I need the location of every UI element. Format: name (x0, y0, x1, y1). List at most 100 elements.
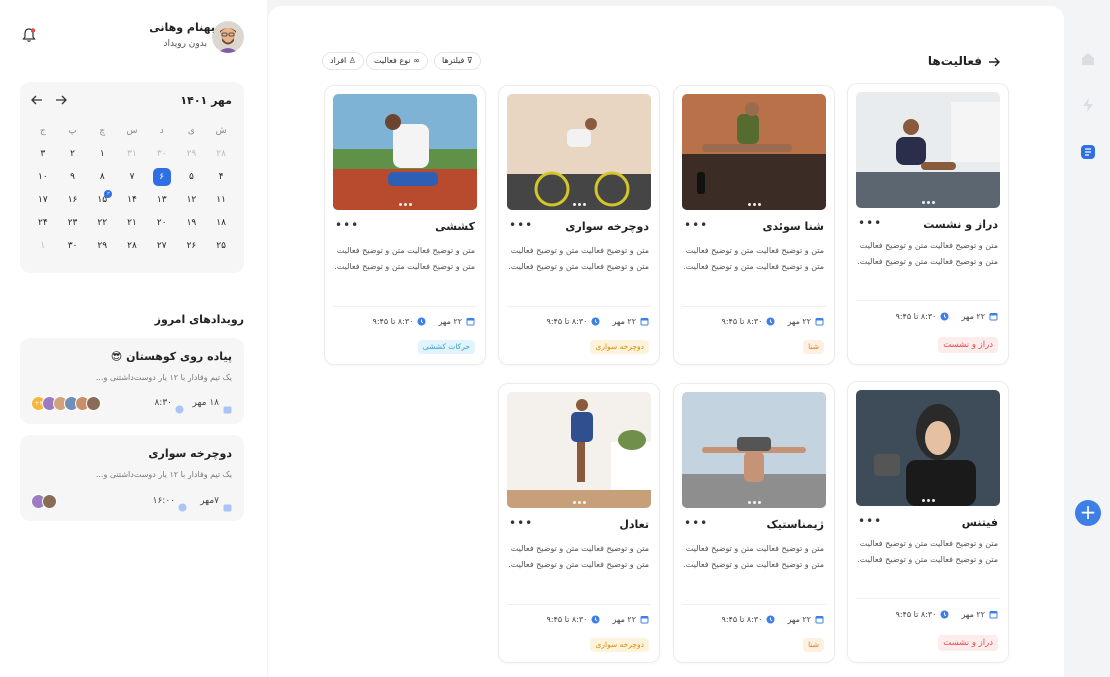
carousel-dots[interactable] (573, 203, 586, 206)
calendar-next-button[interactable] (52, 93, 70, 111)
people-chip[interactable]: ♙ افراد (322, 52, 364, 70)
calendar-day[interactable]: ۵ (177, 166, 207, 189)
weekday-label: ی (187, 126, 195, 136)
arrow-right-icon[interactable] (987, 55, 1001, 73)
activity-title: دراز و نشست (923, 218, 998, 231)
event-time: ۱۶:۰۰ (152, 496, 175, 506)
activity-card[interactable]: دوچرخه سواری ••• متن و توضیح فعالیت متن و … (498, 85, 660, 365)
activity-tag[interactable]: دراز و نشست (938, 337, 998, 353)
calendar-day[interactable]: ۱۴ (117, 189, 147, 212)
activity-card[interactable]: کششی ••• متن و توضیح فعالیت متن و توضیح فع… (324, 85, 486, 365)
carousel-dots[interactable] (748, 501, 761, 504)
activity-title: فیتنس (961, 516, 998, 529)
calendar-day[interactable]: ۲۶ (177, 235, 207, 258)
events-title: رویدادهای امروز (154, 313, 244, 326)
calendar-day[interactable]: ۲۱ (117, 212, 147, 235)
activity-card[interactable]: تعادل ••• متن و توضیح فعالیت متن و توضیح ف… (498, 383, 660, 663)
activity-tag[interactable]: شنا (803, 340, 824, 354)
calendar-day[interactable]: ۲۸ (117, 235, 147, 258)
filters-chip[interactable]: ⊽ فیلترها (434, 52, 481, 70)
calendar-day[interactable]: ۱۰ (28, 166, 58, 189)
calendar-day[interactable]: ۳۰ (58, 235, 88, 258)
calendar-day[interactable]: ۷ (117, 166, 147, 189)
home-icon[interactable] (1080, 51, 1096, 67)
calendar-day[interactable]: ۳ (28, 143, 58, 166)
carousel-dots[interactable] (399, 203, 412, 206)
activity-tag[interactable]: دوچرخه سواری (590, 340, 649, 354)
attendees[interactable] (31, 494, 57, 509)
calendar-day-number: ۳ (40, 149, 46, 159)
calendar-day-number: ۱۸ (216, 218, 226, 228)
calendar-day[interactable]: ۹ (58, 166, 88, 189)
activity-type-chip[interactable]: ∞ نوع فعالیت (366, 52, 428, 70)
calendar-prev-button[interactable] (28, 93, 46, 111)
more-options-icon[interactable]: ••• (335, 218, 359, 232)
calendar-day[interactable]: ۱۶ (58, 189, 88, 212)
event-card[interactable]: دوچرخه سواری یک تیم وفادار با ۱۲ یار دوس… (20, 435, 244, 521)
weekday-label: د (159, 126, 164, 136)
list-icon[interactable] (1080, 144, 1096, 160)
calendar-day[interactable]: ۱ (87, 143, 117, 166)
carousel-dots[interactable] (922, 201, 935, 204)
activity-card[interactable]: ژیمناستیک ••• متن و توضیح فعالیت متن و توض… (673, 383, 835, 663)
bolt-icon[interactable] (1080, 97, 1096, 113)
calendar-day[interactable]: ۲۵ (206, 235, 236, 258)
activity-tag[interactable]: دراز و نشست (938, 635, 998, 651)
calendar-day[interactable]: ۱۷ (28, 189, 58, 212)
calendar-day[interactable]: ۲۴ (28, 212, 58, 235)
activity-time: ۸:۳۰ تا ۹:۴۵ (372, 317, 414, 326)
calendar-day-number: ۲ (70, 149, 75, 159)
calendar-day[interactable]: ۲ (58, 143, 88, 166)
calendar-day-number: ۲۸ (216, 149, 226, 159)
attendee-avatar (42, 494, 57, 509)
calendar-day[interactable]: ۲۹ (87, 235, 117, 258)
more-options-icon[interactable]: ••• (684, 516, 708, 530)
more-options-icon[interactable]: ••• (509, 516, 533, 530)
calendar-day[interactable]: ۱۵ ۲ (87, 189, 117, 212)
activity-tag[interactable]: شنا (803, 638, 824, 652)
event-time: ۸:۳۰ (154, 398, 172, 408)
calendar-day[interactable]: ۲۰ (147, 212, 177, 235)
calendar-day-number: ۳۰ (156, 149, 167, 159)
activity-card[interactable]: فیتنس ••• متن و توضیح فعالیت متن و توضیح ف… (847, 381, 1009, 663)
calendar-week: ۴ ۵ ۶ ۷ ۸ ۹ ۱۰ (28, 166, 236, 189)
calendar-day[interactable]: ۴ (206, 166, 236, 189)
calendar-day[interactable]: ۱۹ (177, 212, 207, 235)
calendar-day[interactable]: ۳۱ (117, 143, 147, 166)
carousel-dots[interactable] (748, 203, 761, 206)
calendar-icon (989, 611, 998, 619)
calendar-day[interactable]: ۲۳ (58, 212, 88, 235)
calendar-day[interactable]: ۱۳ (147, 189, 177, 212)
user-avatar[interactable] (212, 21, 244, 53)
calendar-day[interactable]: ۸ (87, 166, 117, 189)
activity-card[interactable]: شنا سوئدی ••• متن و توضیح فعالیت متن و توض… (673, 85, 835, 365)
calendar-day-number: ۱۹ (186, 218, 197, 228)
bell-icon[interactable] (20, 26, 38, 44)
attendees[interactable]: +۶ (31, 396, 101, 411)
carousel-dots[interactable] (573, 501, 586, 504)
more-options-icon[interactable]: ••• (684, 218, 708, 232)
add-button[interactable]: + (1075, 500, 1101, 526)
calendar-day[interactable]: ۲۹ (177, 143, 207, 166)
more-options-icon[interactable]: ••• (509, 218, 533, 232)
carousel-dots[interactable] (922, 499, 935, 502)
more-options-icon[interactable]: ••• (858, 216, 882, 230)
activity-tag[interactable]: حرکات کششی (417, 340, 475, 354)
calendar-day[interactable]: ۱۸ (206, 212, 236, 235)
calendar-day[interactable]: ۱۲ (177, 189, 207, 212)
activity-tag[interactable]: دوچرخه سواری (590, 638, 649, 652)
calendar-day[interactable]: ۱ (28, 235, 58, 258)
activity-meta: ۲۲ مهر ۸:۳۰ تا ۹:۴۵ (896, 610, 998, 619)
calendar-day[interactable]: ۲۸ (206, 143, 236, 166)
event-card[interactable]: پیاده روی کوهستان 😎 یک تیم وفادار با ۱۲ … (20, 338, 244, 424)
calendar-day-selected[interactable]: ۶ (147, 166, 177, 189)
activity-description: متن و توضیح فعالیت متن و توضیح فعالیت مت… (857, 539, 998, 564)
more-options-icon[interactable]: ••• (858, 514, 882, 528)
calendar-day[interactable]: ۲۲ (87, 212, 117, 235)
calendar-day-number: ۱۳ (156, 195, 167, 205)
calendar-day[interactable]: ۱۱ (206, 189, 236, 212)
calendar-day[interactable]: ۳۰ (147, 143, 177, 166)
calendar-day[interactable]: ۲۷ (147, 235, 177, 258)
activity-card[interactable]: دراز و نشست ••• متن و توضیح فعالیت متن و ت… (847, 83, 1009, 365)
clock-icon (940, 312, 949, 321)
